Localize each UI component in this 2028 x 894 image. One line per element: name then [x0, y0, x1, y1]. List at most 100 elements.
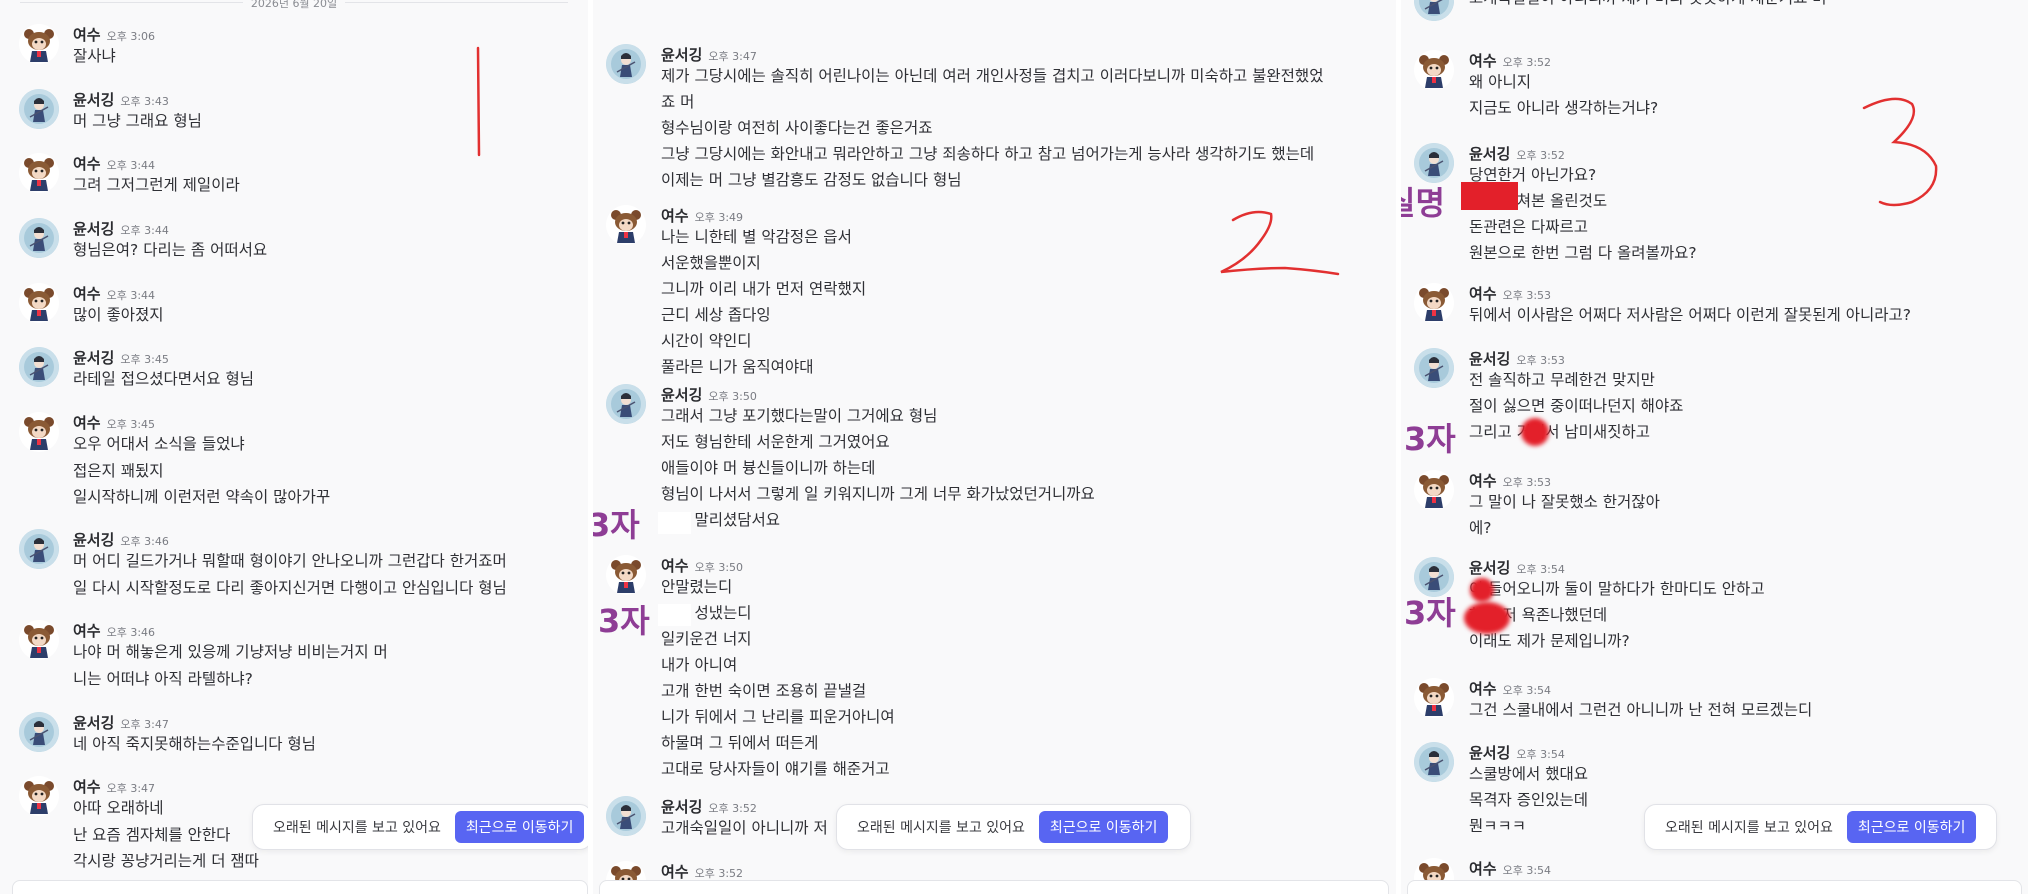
username[interactable]: 윤서깅: [73, 349, 114, 367]
username[interactable]: 윤서깅: [1469, 744, 1510, 762]
user-avatar[interactable]: [1414, 348, 1454, 388]
user-avatar[interactable]: [606, 44, 646, 84]
username[interactable]: 윤서깅: [73, 531, 114, 549]
user-avatar[interactable]: [1414, 470, 1454, 510]
user-avatar[interactable]: [1414, 0, 1454, 21]
timestamp: 오후 3:47: [708, 50, 757, 63]
timestamp: 오후 3:52: [708, 802, 757, 815]
timestamp: 오후 3:53: [1502, 476, 1552, 489]
message-input[interactable]: [12, 880, 588, 894]
message-line: 뭔ㅋㅋㅋ: [1469, 817, 1527, 835]
message-header: 윤서깅 오후 3:47: [661, 44, 757, 64]
user-avatar[interactable]: [1414, 50, 1454, 90]
user-avatar[interactable]: [606, 555, 646, 595]
user-avatar[interactable]: [19, 712, 59, 752]
username[interactable]: 여수: [661, 557, 689, 575]
username[interactable]: 여수: [661, 207, 689, 225]
user-avatar[interactable]: [19, 529, 59, 569]
user-avatar[interactable]: [19, 347, 59, 387]
message-header: 윤서깅 오후 3:47: [73, 712, 169, 732]
username[interactable]: 윤서깅: [661, 798, 702, 816]
user-avatar[interactable]: [19, 776, 59, 816]
username[interactable]: 윤서깅: [1469, 145, 1510, 163]
user-avatar[interactable]: [19, 153, 59, 193]
user-avatar[interactable]: [606, 384, 646, 424]
timestamp: 오후 3:54: [1516, 748, 1565, 761]
chat-panel-2[interactable]: 각시랑 꽁냥거리는게 더 잼따 윤서깅 오후 3:47 제가 그당시에는 솔직히 어…: [593, 0, 1396, 894]
message-line: 라테일 접으셨다면서요 형님: [73, 370, 254, 388]
username[interactable]: 여수: [1469, 680, 1497, 698]
chat-panel-1[interactable]: 2026년 6월 20일 여수 오후 3:06 잘사냐 윤서깅 오후 3:43 머 그냥…: [0, 0, 588, 894]
username[interactable]: 윤서깅: [1469, 559, 1510, 577]
message-input[interactable]: [1407, 880, 2022, 894]
message-line: 그리고 거기서 남미새짓하고: [1469, 423, 1650, 441]
timestamp: 오후 3:45: [106, 418, 156, 431]
message-header: 여수 오후 3:46: [73, 620, 155, 640]
username[interactable]: 여수: [73, 414, 101, 432]
handwritten-number-2: [1220, 210, 1340, 276]
message-header: 여수 오후 3:52: [1469, 50, 1551, 70]
message-header: 여수 오후 3:47: [73, 776, 155, 796]
message-line: 일 다시 시작할정도로 다리 좋아지신거면 다행이고 안심입니다 형님: [73, 579, 507, 597]
message-line: 니가 뒤에서 그 난리를 피운거아니여: [661, 708, 895, 726]
message-header: 여수 오후 3:53: [1469, 470, 1551, 490]
user-avatar[interactable]: [19, 218, 59, 258]
username[interactable]: 윤서깅: [661, 46, 702, 64]
timestamp: 오후 3:54: [1502, 864, 1552, 877]
username[interactable]: 여수: [1469, 860, 1497, 878]
timestamp: 오후 3:44: [120, 224, 169, 237]
message-header: 여수 오후 3:06: [73, 24, 155, 44]
user-avatar[interactable]: [19, 412, 59, 452]
username[interactable]: 여수: [73, 778, 101, 796]
user-avatar[interactable]: [19, 89, 59, 129]
username[interactable]: 여수: [1469, 472, 1497, 490]
username[interactable]: 여수: [661, 863, 689, 881]
third-party-annotation: 3자: [598, 602, 650, 640]
jump-to-recent-button[interactable]: 최근으로 이동하기: [454, 811, 585, 843]
user-avatar[interactable]: [1414, 143, 1454, 183]
user-avatar[interactable]: [606, 796, 646, 836]
message-line: 그려 그저그런게 제일이라: [73, 176, 240, 194]
username[interactable]: 윤서깅: [1469, 350, 1510, 368]
username[interactable]: 여수: [73, 26, 101, 44]
timestamp: 오후 3:06: [106, 30, 156, 43]
message-line: 이 들어오니까 둘이 말하다가 한마디도 안하고: [1469, 580, 1765, 598]
user-avatar[interactable]: [606, 205, 646, 245]
user-avatar[interactable]: [19, 24, 59, 64]
jump-to-recent-button[interactable]: 최근으로 이동하기: [1038, 811, 1169, 843]
username[interactable]: 윤서깅: [73, 220, 114, 238]
user-avatar[interactable]: [19, 620, 59, 660]
banner-text: 오래된 메시지를 보고 있어요: [1665, 820, 1833, 836]
username[interactable]: 윤서깅: [73, 714, 114, 732]
username[interactable]: 여수: [73, 155, 101, 173]
username[interactable]: 윤서깅: [73, 91, 114, 109]
user-avatar[interactable]: [1414, 283, 1454, 323]
username[interactable]: 여수: [1469, 52, 1497, 70]
message-header: 윤서깅 오후 3:52: [661, 796, 757, 816]
timestamp: 오후 3:47: [106, 782, 156, 795]
message-header: 여수 오후 3:49: [661, 205, 743, 225]
banner-text: 오래된 메시지를 보고 있어요: [273, 820, 441, 836]
message-input[interactable]: [599, 880, 1389, 894]
message-line: 고대로 당사자들이 얘기를 해준거고: [661, 760, 890, 778]
timestamp: 오후 3:52: [1516, 149, 1565, 162]
user-avatar[interactable]: [1414, 742, 1454, 782]
chat-panel-3[interactable]: 고개숙일일이 아니니까 제가 머리 빳빳하게 세운거죠 머 여수오후 3:52왜…: [1401, 0, 2028, 894]
message-header: 윤서깅 오후 3:53: [1469, 348, 1565, 368]
message-header: 여수 오후 3:54: [1469, 858, 1551, 878]
message-line: 왜 아니지: [1469, 73, 1531, 91]
jump-to-recent-button[interactable]: 최근으로 이동하기: [1846, 811, 1977, 843]
user-avatar[interactable]: [19, 283, 59, 323]
username[interactable]: 여수: [73, 285, 101, 303]
message-line: 이래도 제가 문제입니까?: [1469, 632, 1630, 650]
message-line: 돈관련은 다짜르고: [1469, 218, 1589, 236]
message-line: 나는 니한테 별 악감정은 읍서: [661, 228, 852, 246]
username[interactable]: 여수: [1469, 285, 1497, 303]
timestamp: 오후 3:49: [694, 211, 744, 224]
message-line: 머 그냥 그래요 형님: [73, 112, 202, 130]
message-line: 애들이야 머 븅신들이니까 하는데: [661, 459, 876, 477]
user-avatar[interactable]: [1414, 678, 1454, 718]
username[interactable]: 여수: [73, 622, 101, 640]
username[interactable]: 윤서깅: [661, 386, 702, 404]
message-line: 일키운건 너지: [661, 630, 752, 648]
